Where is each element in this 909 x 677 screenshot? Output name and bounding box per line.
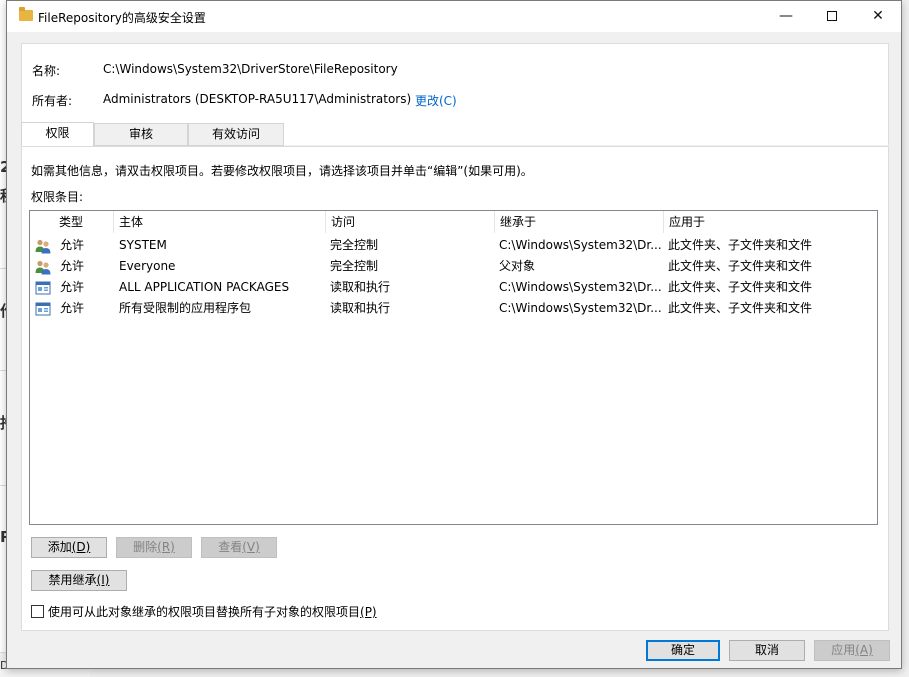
replace-label-text: 使用可从此对象继承的权限项目替换所有子对象的权限项目 [48,605,361,619]
change-owner-link[interactable]: 更改(C) [415,92,457,109]
list-header: 类型 主体 访问 继承于 应用于 [30,211,877,233]
maximize-button[interactable] [809,1,855,32]
cell-inherited-from: C:\Windows\System32\Dr... [499,238,661,252]
cell-access: 完全控制 [330,238,379,252]
permission-entries-list[interactable]: 类型 主体 访问 继承于 应用于 允许 SYSTEM 完全控制 C:\Windows\… [29,210,878,525]
entries-label: 权限条目: [31,190,84,204]
tab-effective-access[interactable]: 有效访问 [188,123,284,146]
add-button-key: (D) [71,540,91,554]
window-title: FileRepository的高级安全设置 [38,11,206,25]
apply-button[interactable]: 应用(A) [814,640,890,661]
info-text: 如需其他信息，请双击权限项目。若要修改权限项目，请选择该项目并单击“编辑”(如果… [31,164,533,178]
users-group-icon [35,238,51,254]
cell-principal: SYSTEM [119,238,167,252]
column-header-principal[interactable]: 主体 [114,211,326,233]
cell-inherited-from: C:\Windows\System32\Dr... [499,280,661,294]
column-header-applies-to[interactable]: 应用于 [664,211,876,233]
table-row[interactable]: 允许 SYSTEM 完全控制 C:\Windows\System32\Dr... 此文件… [30,235,877,256]
cancel-button[interactable]: 取消 [729,640,805,661]
add-button-label: 添加 [47,540,72,554]
cell-access: 读取和执行 [330,301,391,315]
replace-child-permissions-checkbox[interactable] [31,605,44,618]
tab-permissions[interactable]: 权限 [21,122,94,147]
column-header-access[interactable]: 访问 [326,211,495,233]
cell-inherited-from: 父对象 [499,259,536,273]
column-header-inherited-from[interactable]: 继承于 [495,211,664,233]
owner-label: 所有者: [32,94,73,108]
title-bar[interactable]: FileRepository的高级安全设置 — ✕ [7,1,901,32]
cell-type: 允许 [60,301,85,315]
remove-button-key: (R) [157,540,175,554]
app-package-icon [35,301,51,317]
apply-button-key: (A) [855,643,873,657]
users-group-icon [35,259,51,275]
remove-button[interactable]: 删除(R) [116,537,192,558]
table-row[interactable]: 允许 所有受限制的应用程序包 读取和执行 C:\Windows\System32\Dr… [30,298,877,319]
maximize-icon [827,11,837,21]
cell-applies-to: 此文件夹、子文件夹和文件 [668,280,813,294]
cell-applies-to: 此文件夹、子文件夹和文件 [668,238,813,252]
cell-type: 允许 [60,259,85,273]
name-label: 名称: [32,64,61,78]
cell-access: 读取和执行 [330,280,391,294]
cell-principal: 所有受限制的应用程序包 [119,301,252,315]
cell-inherited-from: C:\Windows\System32\Dr... [499,301,661,315]
view-button-label: 查看 [218,540,243,554]
folder-icon [19,7,33,21]
cell-type: 允许 [60,238,85,252]
cell-applies-to: 此文件夹、子文件夹和文件 [668,301,813,315]
minimize-button[interactable]: — [763,1,809,32]
disable-inheritance-key: (I) [96,573,110,587]
cell-access: 完全控制 [330,259,379,273]
close-button[interactable]: ✕ [855,1,901,32]
app-package-icon [35,280,51,296]
view-button[interactable]: 查看(V) [201,537,277,558]
ok-button[interactable]: 确定 [646,640,720,661]
replace-label-key: (P) [360,605,377,619]
column-header-type[interactable]: 类型 [54,211,114,233]
apply-button-label: 应用 [831,643,856,657]
cell-applies-to: 此文件夹、子文件夹和文件 [668,259,813,273]
advanced-security-dialog: FileRepository的高级安全设置 — ✕ 名称: C:\Windows… [6,0,902,669]
cell-principal: ALL APPLICATION PACKAGES [119,280,290,294]
disable-inheritance-label: 禁用继承 [48,573,97,587]
tab-auditing[interactable]: 审核 [94,123,188,146]
cell-principal: Everyone [119,259,176,273]
view-button-key: (V) [242,540,260,554]
table-row[interactable]: 允许 ALL APPLICATION PACKAGES 读取和执行 C:\Window… [30,277,877,298]
remove-button-label: 删除 [133,540,158,554]
owner-value: Administrators (DESKTOP-RA5U117\Administ… [103,92,412,106]
name-value: C:\Windows\System32\DriverStore\FileRepo… [103,62,398,76]
table-row[interactable]: 允许 Everyone 完全控制 父对象 此文件夹、子文件夹和文件 [30,256,877,277]
cell-type: 允许 [60,280,85,294]
replace-child-permissions-label[interactable]: 使用可从此对象继承的权限项目替换所有子对象的权限项目(P) [48,603,377,620]
disable-inheritance-button[interactable]: 禁用继承(I) [31,570,127,591]
add-button[interactable]: 添加(D) [31,537,107,558]
